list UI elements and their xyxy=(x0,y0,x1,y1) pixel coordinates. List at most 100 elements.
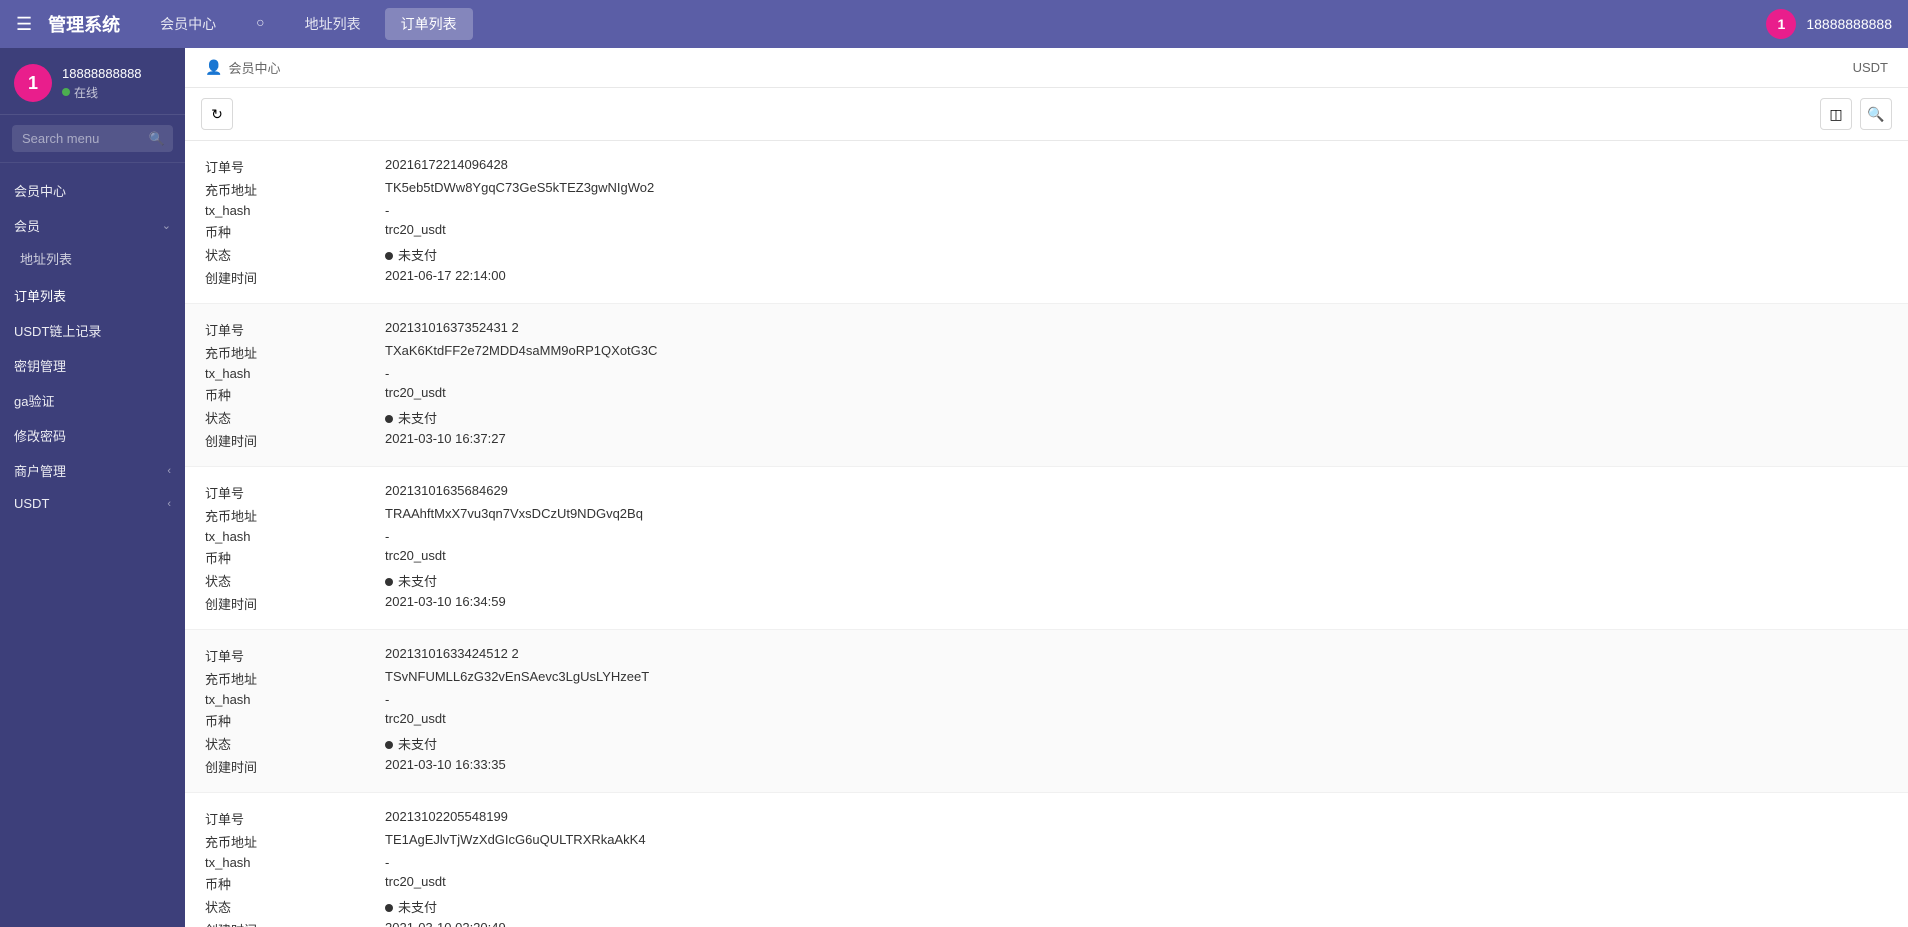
sidebar-section-merchant[interactable]: 商户管理 ‹ xyxy=(0,451,185,486)
field-value-txHash: - xyxy=(385,366,1888,381)
status-unpaid-dot xyxy=(385,578,393,586)
top-navigation: ☰ 管理系统 会员中心 ○ 地址列表 订单列表 1 18888888888 xyxy=(0,0,1908,48)
breadcrumb-label: 会员中心 xyxy=(228,58,280,77)
field-value-txHash: - xyxy=(385,529,1888,544)
field-value-orderNo: 20213101633424512 2 xyxy=(385,646,1888,665)
field-label-status: 状态 xyxy=(205,245,385,264)
field-value-createdAt: 2021-03-10 02:20:49 xyxy=(385,920,1888,927)
field-label-address: 充币地址 xyxy=(205,180,385,199)
field-label-orderNo: 订单号 xyxy=(205,157,385,176)
field-label-currency: 币种 xyxy=(205,548,385,567)
sidebar-item-member-center[interactable]: 会员中心 xyxy=(0,171,185,206)
sidebar-item-change-password[interactable]: 修改密码 xyxy=(0,416,185,451)
field-value-status: 未支付 xyxy=(385,408,1888,427)
field-label-createdAt: 创建时间 xyxy=(205,920,385,927)
main-layout: 1 18888888888 在线 🔍 会员中心 会员 ⌄ xyxy=(0,48,1908,927)
field-label-address: 充币地址 xyxy=(205,506,385,525)
sidebar-item-key-management[interactable]: 密钥管理 xyxy=(0,346,185,381)
field-label-txHash: tx_hash xyxy=(205,203,385,218)
field-label-status: 状态 xyxy=(205,734,385,753)
refresh-button[interactable]: ↻ xyxy=(201,98,233,130)
field-label-createdAt: 创建时间 xyxy=(205,431,385,450)
field-label-txHash: tx_hash xyxy=(205,855,385,870)
field-value-address: TE1AgEJlvTjWzXdGIcG6uQULTRXRkaAkK4 xyxy=(385,832,1888,851)
field-value-address: TRAAhftMxX7vu3qn7VxsDCzUt9NDGvq2Bq xyxy=(385,506,1888,525)
field-label-createdAt: 创建时间 xyxy=(205,594,385,613)
breadcrumb: 👤 会员中心 xyxy=(205,58,280,77)
content-header-right: USDT xyxy=(1853,60,1888,75)
content-toolbar: ↻ ◫ 🔍 xyxy=(185,88,1908,141)
field-value-status: 未支付 xyxy=(385,734,1888,753)
hamburger-menu-button[interactable]: ☰ xyxy=(16,14,32,35)
field-value-createdAt: 2021-03-10 16:33:35 xyxy=(385,757,1888,776)
sidebar-avatar: 1 xyxy=(14,64,52,102)
sidebar-search-section: 🔍 xyxy=(0,115,185,163)
order-card: 订单号20216172214096428充币地址TK5eb5tDWw8YgqC7… xyxy=(185,141,1908,304)
field-value-currency: trc20_usdt xyxy=(385,385,1888,404)
top-nav-avatar: 1 xyxy=(1766,9,1796,39)
sidebar-status-label: 在线 xyxy=(74,84,98,101)
nav-items: 会员中心 ○ 地址列表 订单列表 xyxy=(144,8,1766,40)
field-label-address: 充币地址 xyxy=(205,832,385,851)
field-label-txHash: tx_hash xyxy=(205,529,385,544)
field-label-currency: 币种 xyxy=(205,222,385,241)
sidebar-status: 在线 xyxy=(62,84,142,101)
sidebar-item-ga-verify[interactable]: ga验证 xyxy=(0,381,185,416)
field-value-address: TSvNFUMLL6zG32vEnSAevc3LgUsLYHzeeT xyxy=(385,669,1888,688)
table-icon: ◫ xyxy=(1829,106,1842,123)
field-value-currency: trc20_usdt xyxy=(385,548,1888,567)
status-dot-icon xyxy=(62,88,70,96)
field-label-currency: 币种 xyxy=(205,711,385,730)
nav-item-circle[interactable]: ○ xyxy=(240,8,280,40)
user-icon: 👤 xyxy=(205,59,222,76)
search-icon-toolbar: 🔍 xyxy=(1867,106,1884,123)
field-value-currency: trc20_usdt xyxy=(385,711,1888,730)
toolbar-right: ◫ 🔍 xyxy=(1820,98,1892,130)
top-nav-phone: 18888888888 xyxy=(1806,16,1892,32)
status-unpaid-dot xyxy=(385,741,393,749)
sidebar-item-order-list[interactable]: 订单列表 xyxy=(0,276,185,311)
chevron-left-icon: ‹ xyxy=(167,465,171,477)
sidebar-nav: 会员中心 会员 ⌄ 地址列表 订单列表 USDT链上记录 密钥管理 ga验证 xyxy=(0,163,185,927)
field-label-txHash: tx_hash xyxy=(205,692,385,707)
nav-item-members[interactable]: 会员中心 xyxy=(144,8,232,40)
table-view-button[interactable]: ◫ xyxy=(1820,98,1852,130)
nav-item-address[interactable]: 地址列表 xyxy=(289,8,377,40)
orders-list: 订单号20216172214096428充币地址TK5eb5tDWw8YgqC7… xyxy=(185,141,1908,927)
field-value-currency: trc20_usdt xyxy=(385,874,1888,893)
field-label-status: 状态 xyxy=(205,897,385,916)
field-label-orderNo: 订单号 xyxy=(205,809,385,828)
field-value-txHash: - xyxy=(385,692,1888,707)
field-value-orderNo: 20213101635684629 xyxy=(385,483,1888,502)
field-label-address: 充币地址 xyxy=(205,669,385,688)
content-area: 👤 会员中心 USDT ↻ ◫ 🔍 订单号20216172214 xyxy=(185,48,1908,927)
field-value-txHash: - xyxy=(385,203,1888,218)
content-header: 👤 会员中心 USDT xyxy=(185,48,1908,88)
app-logo: 管理系统 xyxy=(48,11,120,37)
order-card: 订单号20213101635684629充币地址TRAAhftMxX7vu3qn… xyxy=(185,467,1908,630)
search-button[interactable]: 🔍 xyxy=(1860,98,1892,130)
field-value-createdAt: 2021-03-10 16:34:59 xyxy=(385,594,1888,613)
field-value-createdAt: 2021-03-10 16:37:27 xyxy=(385,431,1888,450)
sidebar-username: 18888888888 xyxy=(62,66,142,81)
sidebar-section-usdt[interactable]: USDT ‹ xyxy=(0,486,185,517)
top-nav-right: 1 18888888888 xyxy=(1766,9,1892,39)
field-label-status: 状态 xyxy=(205,408,385,427)
sidebar-item-address-list[interactable]: 地址列表 xyxy=(0,241,185,276)
field-value-status: 未支付 xyxy=(385,245,1888,264)
search-icon: 🔍 xyxy=(149,131,165,147)
status-unpaid-dot xyxy=(385,252,393,260)
field-label-address: 充币地址 xyxy=(205,343,385,362)
nav-item-orders[interactable]: 订单列表 xyxy=(385,8,473,40)
field-label-createdAt: 创建时间 xyxy=(205,268,385,287)
field-label-currency: 币种 xyxy=(205,385,385,404)
field-value-txHash: - xyxy=(385,855,1888,870)
field-label-currency: 币种 xyxy=(205,874,385,893)
sidebar-section-member[interactable]: 会员 ⌄ xyxy=(0,206,185,241)
status-unpaid-dot xyxy=(385,904,393,912)
order-card: 订单号20213101637352431 2充币地址TXaK6KtdFF2e72… xyxy=(185,304,1908,467)
sidebar-item-usdt-records[interactable]: USDT链上记录 xyxy=(0,311,185,346)
field-label-orderNo: 订单号 xyxy=(205,320,385,339)
field-value-address: TXaK6KtdFF2e72MDD4saMM9oRP1QXotG3C xyxy=(385,343,1888,362)
sidebar-user-section: 1 18888888888 在线 xyxy=(0,48,185,115)
